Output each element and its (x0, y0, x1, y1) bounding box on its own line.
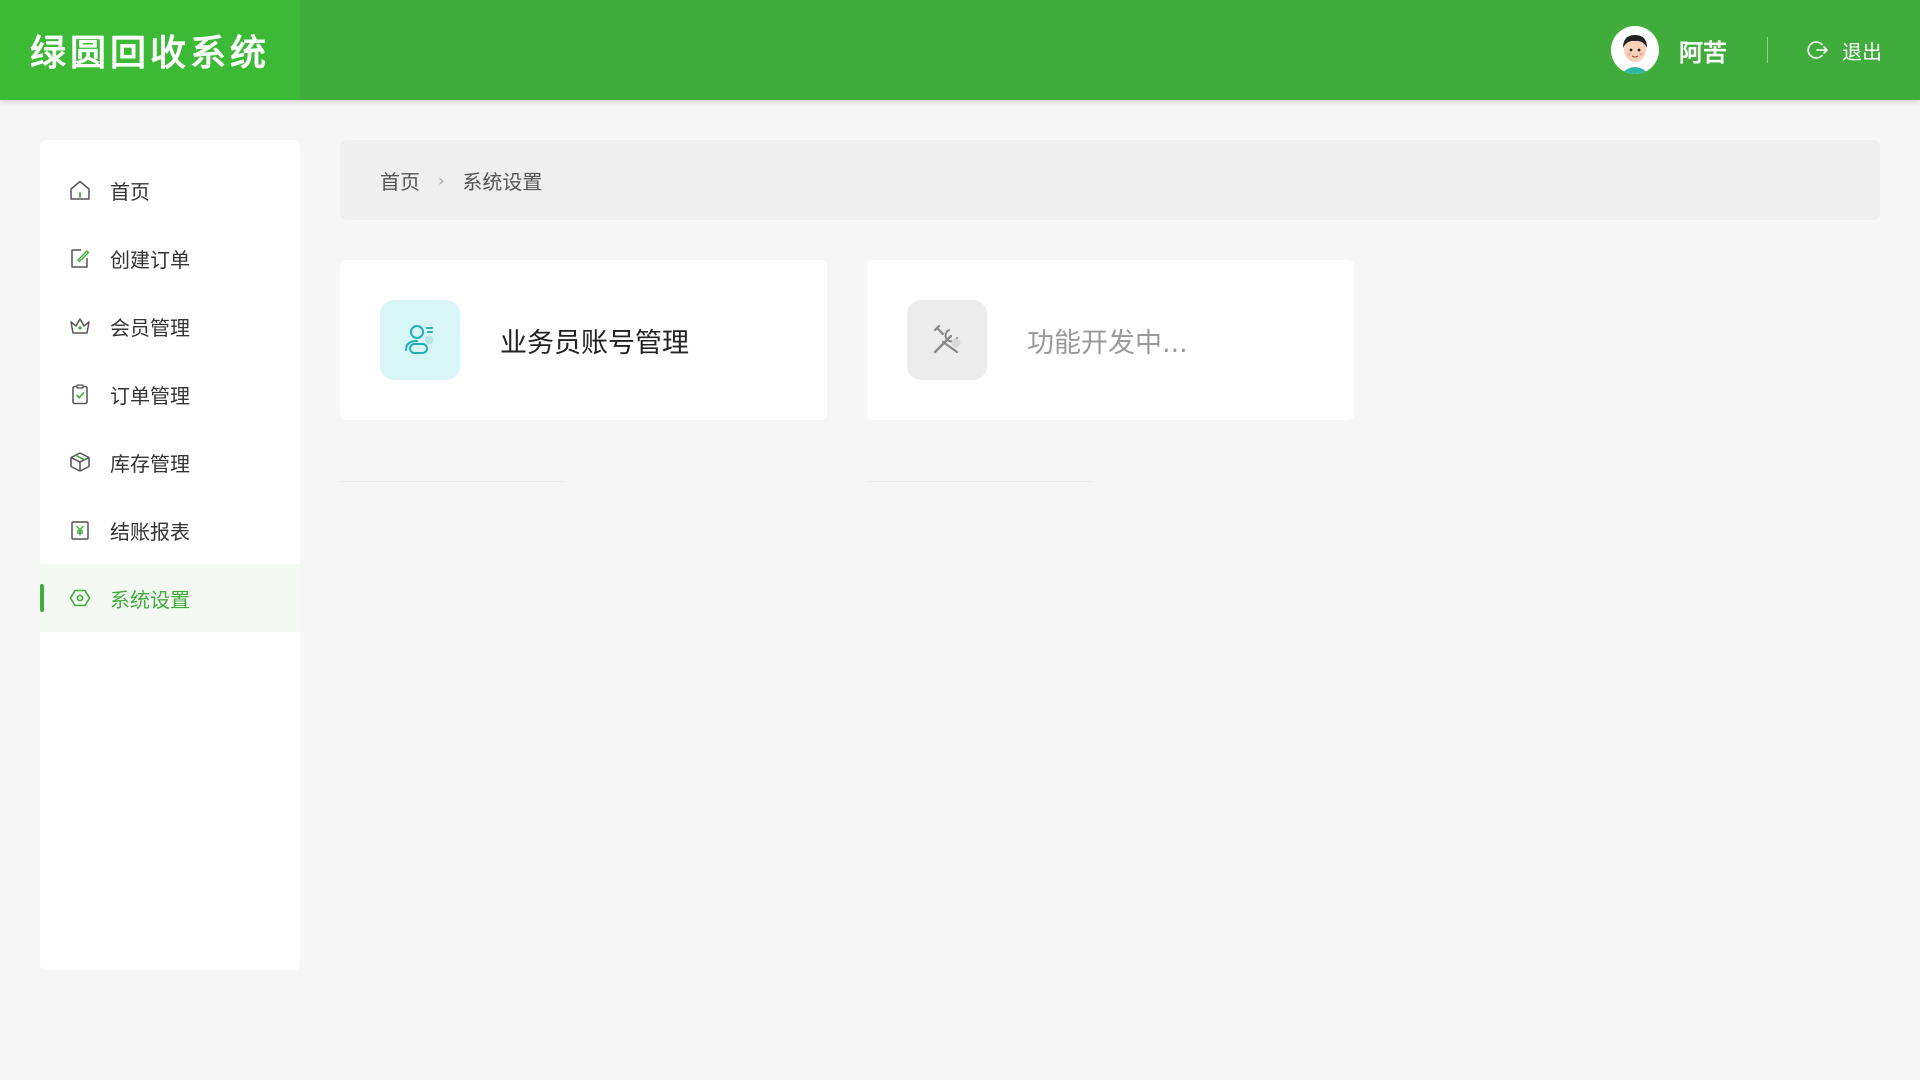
sidebar-item-label: 首页 (110, 179, 150, 204)
breadcrumb-home[interactable]: 首页 (380, 166, 420, 195)
crown-icon (68, 314, 92, 338)
tools-icon (907, 300, 987, 380)
sidebar-item-create-order[interactable]: 创建订单 (40, 224, 300, 292)
logout-button[interactable]: 退出 (1806, 36, 1882, 65)
breadcrumb-current: 系统设置 (462, 169, 543, 194)
salesperson-account-card[interactable]: 业务员账号管理 (340, 260, 827, 420)
sidebar-item-label: 系统设置 (110, 587, 190, 612)
logout-icon (1807, 41, 1828, 59)
avatar[interactable] (1611, 26, 1659, 74)
sidebar-item-settings[interactable]: 系统设置 (40, 564, 300, 632)
sidebar: 首页 创建订单 会员管理 订单管理 库存管理 结账报表 系统设置 (40, 140, 300, 970)
edit-order-icon (68, 246, 92, 270)
yen-report-icon (68, 518, 92, 542)
sidebar-item-home[interactable]: 首页 (40, 156, 300, 224)
breadcrumb: 首页 › 系统设置 (340, 140, 1880, 220)
sidebar-item-label: 结账报表 (110, 519, 190, 544)
logo-area: 绿圆回收系统 (0, 0, 300, 100)
app-title: 绿圆回收系统 (30, 33, 271, 74)
user-account-icon (380, 300, 460, 380)
sidebar-item-label: 库存管理 (110, 451, 190, 476)
ghost-divider (340, 481, 565, 482)
box-icon (68, 450, 92, 474)
sidebar-item-orders[interactable]: 订单管理 (40, 360, 300, 428)
home-icon (68, 178, 92, 202)
user-area: 阿苦 退出 (1611, 0, 1882, 100)
card-label: 业务员账号管理 (500, 327, 689, 359)
clipboard-check-icon (68, 382, 92, 406)
username: 阿苦 (1679, 38, 1727, 67)
sidebar-item-members[interactable]: 会员管理 (40, 292, 300, 360)
logout-label: 退出 (1842, 39, 1882, 64)
sidebar-item-label: 会员管理 (110, 315, 190, 340)
feature-in-development-card: 功能开发中... (867, 260, 1354, 420)
ghost-divider (867, 481, 1092, 482)
card-label: 功能开发中... (1027, 327, 1188, 359)
sidebar-item-label: 订单管理 (110, 383, 190, 408)
sidebar-item-reports[interactable]: 结账报表 (40, 496, 300, 564)
sidebar-item-label: 创建订单 (110, 247, 190, 272)
settings-icon (68, 586, 92, 610)
chevron-right-icon: › (438, 170, 445, 190)
sidebar-item-inventory[interactable]: 库存管理 (40, 428, 300, 496)
header-divider (1767, 37, 1768, 63)
top-header: 绿圆回收系统 阿苦 退出 (0, 0, 1920, 100)
